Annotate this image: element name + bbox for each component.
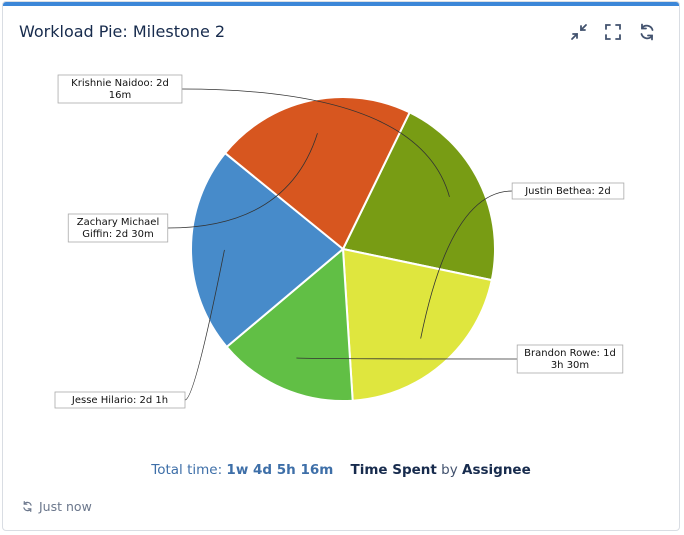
data-label-jesse-hilario: Jesse Hilario: 2d 1h — [71, 395, 168, 406]
total-time-summary: Total time: 1w 4d 5h 16m Time Spent by A… — [3, 462, 679, 478]
data-label-justin-bethea: Justin Bethea: 2d — [524, 186, 611, 197]
workload-pie-widget: Workload Pie: Milestone 2 Krishnie Naido… — [2, 1, 680, 531]
metric-name: Time Spent — [350, 462, 437, 478]
total-time-value: 1w 4d 5h 16m — [226, 462, 334, 478]
last-refreshed-text: Just now — [39, 499, 92, 514]
total-time-label: Total time: — [151, 462, 223, 478]
pie-chart: Krishnie Naidoo: 2d 16mJustin Bethea: 2dB… — [54, 74, 625, 409]
data-label-zachary-michael-giffin: Zachary Michael Giffin: 2d 30m — [77, 217, 159, 240]
pie-slices — [190, 96, 496, 402]
by-word: by — [441, 462, 458, 478]
last-refreshed: Just now — [21, 499, 92, 514]
refresh-small-icon — [23, 501, 32, 512]
group-name: Assignee — [462, 462, 531, 478]
